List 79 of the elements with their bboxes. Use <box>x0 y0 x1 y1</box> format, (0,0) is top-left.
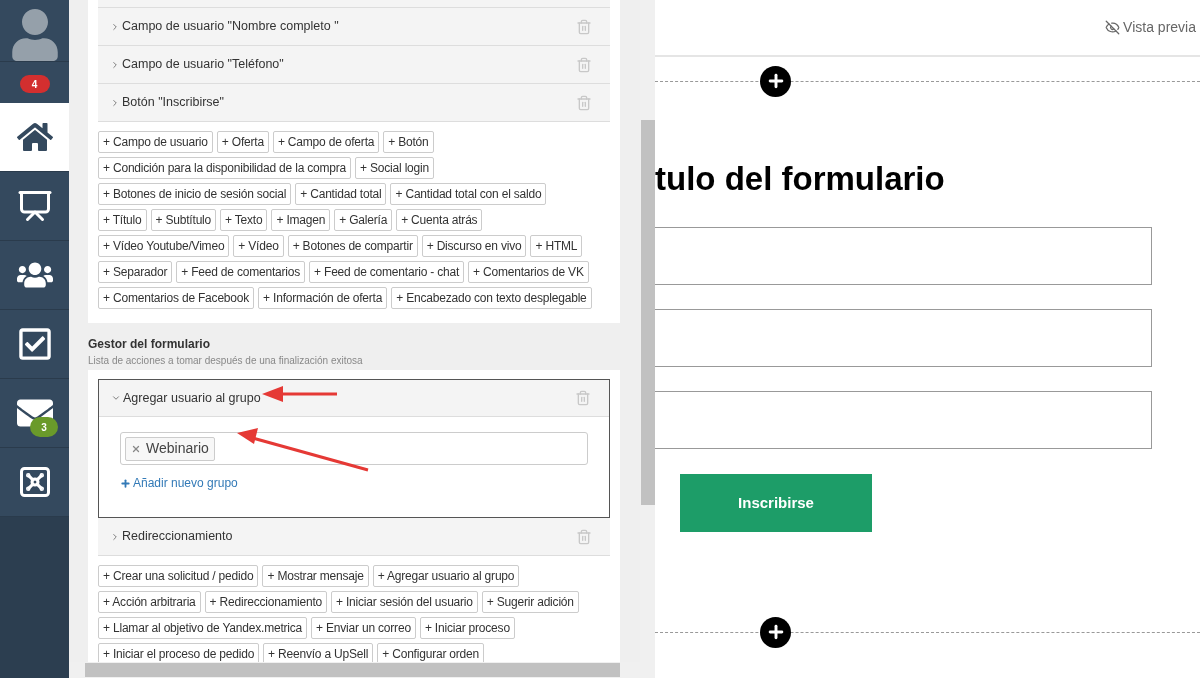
eye-icon <box>1105 20 1121 35</box>
chart-board-icon <box>16 188 53 224</box>
add-element-button[interactable]: + Feed de comentario - chat <box>309 261 465 283</box>
add-element-button[interactable]: + Iniciar sesión del usuario <box>331 591 478 613</box>
nav-item[interactable] <box>0 103 69 172</box>
add-element-button[interactable]: + Cantidad total <box>295 183 387 205</box>
add-element-button[interactable]: + Acción arbitraria <box>98 591 201 613</box>
add-element-button[interactable]: + Texto <box>220 209 268 231</box>
notification-count[interactable]: 4 <box>19 75 50 93</box>
section-title: Gestor del formulario <box>88 336 212 352</box>
add-element-button[interactable]: + Campo de usuario <box>98 131 213 153</box>
chevron-icon[interactable] <box>111 393 121 403</box>
nav-item[interactable] <box>0 172 69 241</box>
add-element-button[interactable]: + Botón <box>383 131 434 153</box>
add-element-button[interactable]: + Cuenta atrás <box>396 209 483 231</box>
add-element-button[interactable]: + Crear una solicitud / pedido <box>98 565 259 587</box>
add-element-button[interactable]: + Información de oferta <box>258 287 388 309</box>
input-field[interactable] <box>655 391 1152 449</box>
add-element-button[interactable]: + Separador <box>98 261 173 283</box>
preview-link[interactable]: Vista previa <box>1105 17 1196 38</box>
avatar-icon[interactable] <box>10 9 59 61</box>
add-block-button[interactable] <box>760 616 791 648</box>
plus-icon <box>120 477 131 489</box>
add-element-button[interactable]: + Iniciar proceso <box>419 617 515 639</box>
trash-icon[interactable] <box>576 94 592 111</box>
add-element-button[interactable]: + Discurso en vivo <box>421 235 527 257</box>
form-title: tulo del formulario <box>655 159 946 199</box>
add-element-button[interactable]: + Llamar al objetivo de Yandex.metrica <box>98 617 308 639</box>
add-element-button[interactable]: + Enviar un correo <box>311 617 416 639</box>
input-field[interactable] <box>655 309 1152 367</box>
add-block-button[interactable] <box>760 65 791 97</box>
add-element-button[interactable]: + Iniciar el proceso de pedido <box>98 643 260 662</box>
trash-icon[interactable] <box>576 56 592 73</box>
trash-icon[interactable] <box>576 528 592 545</box>
add-element-button[interactable]: + Galería <box>334 209 393 231</box>
nav-item[interactable] <box>0 448 69 517</box>
row-label[interactable]: Campo de usuario "Teléfono" <box>122 55 284 74</box>
section-subtitle: Lista de acciones a tomar después de una finalización exitosa <box>88 355 363 366</box>
add-element-button[interactable]: + Vídeo <box>233 235 284 257</box>
chevron-icon[interactable] <box>110 21 120 32</box>
add-element-button[interactable]: + Subtítulo <box>150 209 217 231</box>
checkbox-icon <box>16 326 53 362</box>
add-element-button[interactable]: + Sugerir adición <box>481 591 579 613</box>
unread-count: 3 <box>30 417 58 437</box>
add-element-button[interactable]: + Imagen <box>271 209 331 231</box>
add-element-button[interactable]: + Social login <box>355 157 434 179</box>
add-element-button[interactable]: + Feed de comentarios <box>176 261 306 283</box>
chevron-icon[interactable] <box>110 59 120 70</box>
row-label[interactable]: Botón "Inscribirse" <box>122 93 224 112</box>
add-element-button[interactable]: + Configurar orden <box>377 643 485 662</box>
chevron-icon[interactable] <box>110 97 120 108</box>
add-element-button[interactable]: + Redireccionamiento <box>204 591 327 613</box>
add-element-button[interactable]: + Encabezado con texto desplegable <box>391 287 592 309</box>
add-group-link[interactable]: Añadir nuevo grupo <box>120 474 588 492</box>
remove-icon[interactable] <box>131 443 141 454</box>
add-element-button[interactable]: + Título <box>98 209 147 231</box>
trash-icon[interactable] <box>575 390 591 406</box>
nav-item[interactable] <box>0 241 69 310</box>
add-element-button[interactable]: + Agregar usuario al grupo <box>372 565 520 587</box>
nav-item[interactable] <box>0 310 69 379</box>
group-input-field[interactable]: Webinario <box>120 432 588 465</box>
add-element-button[interactable]: + Condición para la disponibilidad de la compra <box>98 157 352 179</box>
add-element-button[interactable]: + Vídeo Youtube/Vimeo <box>98 235 230 257</box>
add-element-button[interactable]: + Oferta <box>216 131 269 153</box>
add-element-button[interactable]: + HTML <box>530 235 583 257</box>
trash-icon[interactable] <box>576 18 592 35</box>
add-element-button[interactable]: + Comentarios de Facebook <box>98 287 255 309</box>
add-element-button[interactable]: + Mostrar mensaje <box>262 565 369 587</box>
add-element-button[interactable]: + Comentarios de VK <box>468 261 589 283</box>
row-label[interactable]: Redireccionamiento <box>122 527 233 546</box>
add-element-button[interactable]: + Botones de inicio de sesión social <box>98 183 292 205</box>
add-element-button[interactable]: + Reenvío a UpSell <box>263 643 374 662</box>
add-element-button[interactable]: + Botones de compartir <box>287 235 418 257</box>
group-tag: Webinario <box>125 436 215 461</box>
input-field[interactable] <box>655 227 1152 285</box>
add-element-button[interactable]: + Cantidad total con el saldo <box>390 183 547 205</box>
add-element-button[interactable]: + Campo de oferta <box>272 131 380 153</box>
chevron-icon[interactable] <box>110 531 120 542</box>
row-label[interactable]: Agregar usuario al grupo <box>123 388 261 408</box>
